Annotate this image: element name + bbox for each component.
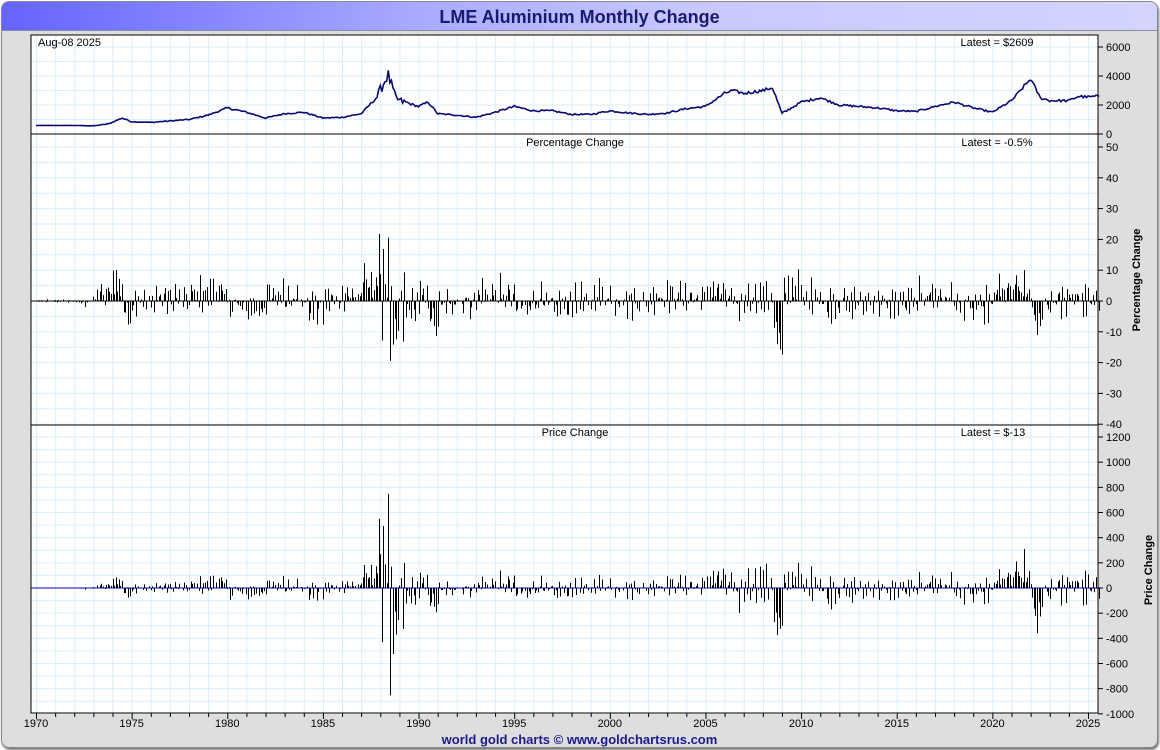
y-tick-label: 400 xyxy=(1106,533,1124,545)
y-tick-label: 10 xyxy=(1106,265,1118,277)
latest-change-label: Latest = $-13 xyxy=(961,427,1026,439)
price-axis-title: Price Change xyxy=(1143,535,1155,605)
y-tick-label: -600 xyxy=(1106,659,1128,671)
x-tick-label: 1970 xyxy=(24,718,48,730)
y-tick-label: 40 xyxy=(1106,173,1118,185)
y-tick-label: 20 xyxy=(1106,234,1118,246)
y-tick-label: 2000 xyxy=(1106,100,1130,112)
pct-panel-title: Percentage Change xyxy=(526,137,624,149)
y-tick-label: 50 xyxy=(1106,142,1118,154)
price-panel-title: Price Change xyxy=(542,427,609,439)
chart-svg: 0200040006000-40-30-20-1001020304050-100… xyxy=(24,34,1155,730)
y-tick-label: 30 xyxy=(1106,204,1118,216)
y-tick-label: -40 xyxy=(1106,419,1122,431)
y-tick-label: 0 xyxy=(1106,129,1112,141)
y-tick-label: -1000 xyxy=(1106,709,1134,721)
date-label: Aug-08 2025 xyxy=(38,37,101,49)
x-tick-label: 1975 xyxy=(119,718,143,730)
y-tick-label: -800 xyxy=(1106,684,1128,696)
x-tick-label: 2025 xyxy=(1076,718,1100,730)
y-tick-label: -10 xyxy=(1106,327,1122,339)
y-tick-label: 6000 xyxy=(1106,42,1130,54)
y-tick-label: 4000 xyxy=(1106,71,1130,83)
y-tick-label: -20 xyxy=(1106,358,1122,370)
y-tick-label: 1000 xyxy=(1106,457,1130,469)
x-tick-label: 1980 xyxy=(215,718,239,730)
y-tick-label: -400 xyxy=(1106,633,1128,645)
x-tick-label: 2000 xyxy=(598,718,622,730)
y-tick-label: 1200 xyxy=(1106,432,1130,444)
y-tick-label: -30 xyxy=(1106,388,1122,400)
x-tick-label: 2010 xyxy=(789,718,813,730)
x-tick-label: 2005 xyxy=(693,718,717,730)
x-tick-label: 2015 xyxy=(884,718,908,730)
y-tick-label: 200 xyxy=(1106,558,1124,570)
x-tick-label: 1985 xyxy=(311,718,335,730)
x-tick-label: 2020 xyxy=(980,718,1004,730)
y-tick-label: -200 xyxy=(1106,608,1128,620)
latest-pct-label: Latest = -0.5% xyxy=(961,137,1032,149)
y-tick-label: 800 xyxy=(1106,482,1124,494)
latest-price-label: Latest = $2609 xyxy=(960,37,1033,49)
x-tick-label: 1990 xyxy=(406,718,430,730)
pct-axis-title: Percentage Change xyxy=(1131,229,1143,332)
x-tick-label: 1995 xyxy=(502,718,526,730)
y-tick-label: 600 xyxy=(1106,508,1124,520)
y-tick-label: 0 xyxy=(1106,296,1112,308)
y-tick-label: 0 xyxy=(1106,583,1112,595)
